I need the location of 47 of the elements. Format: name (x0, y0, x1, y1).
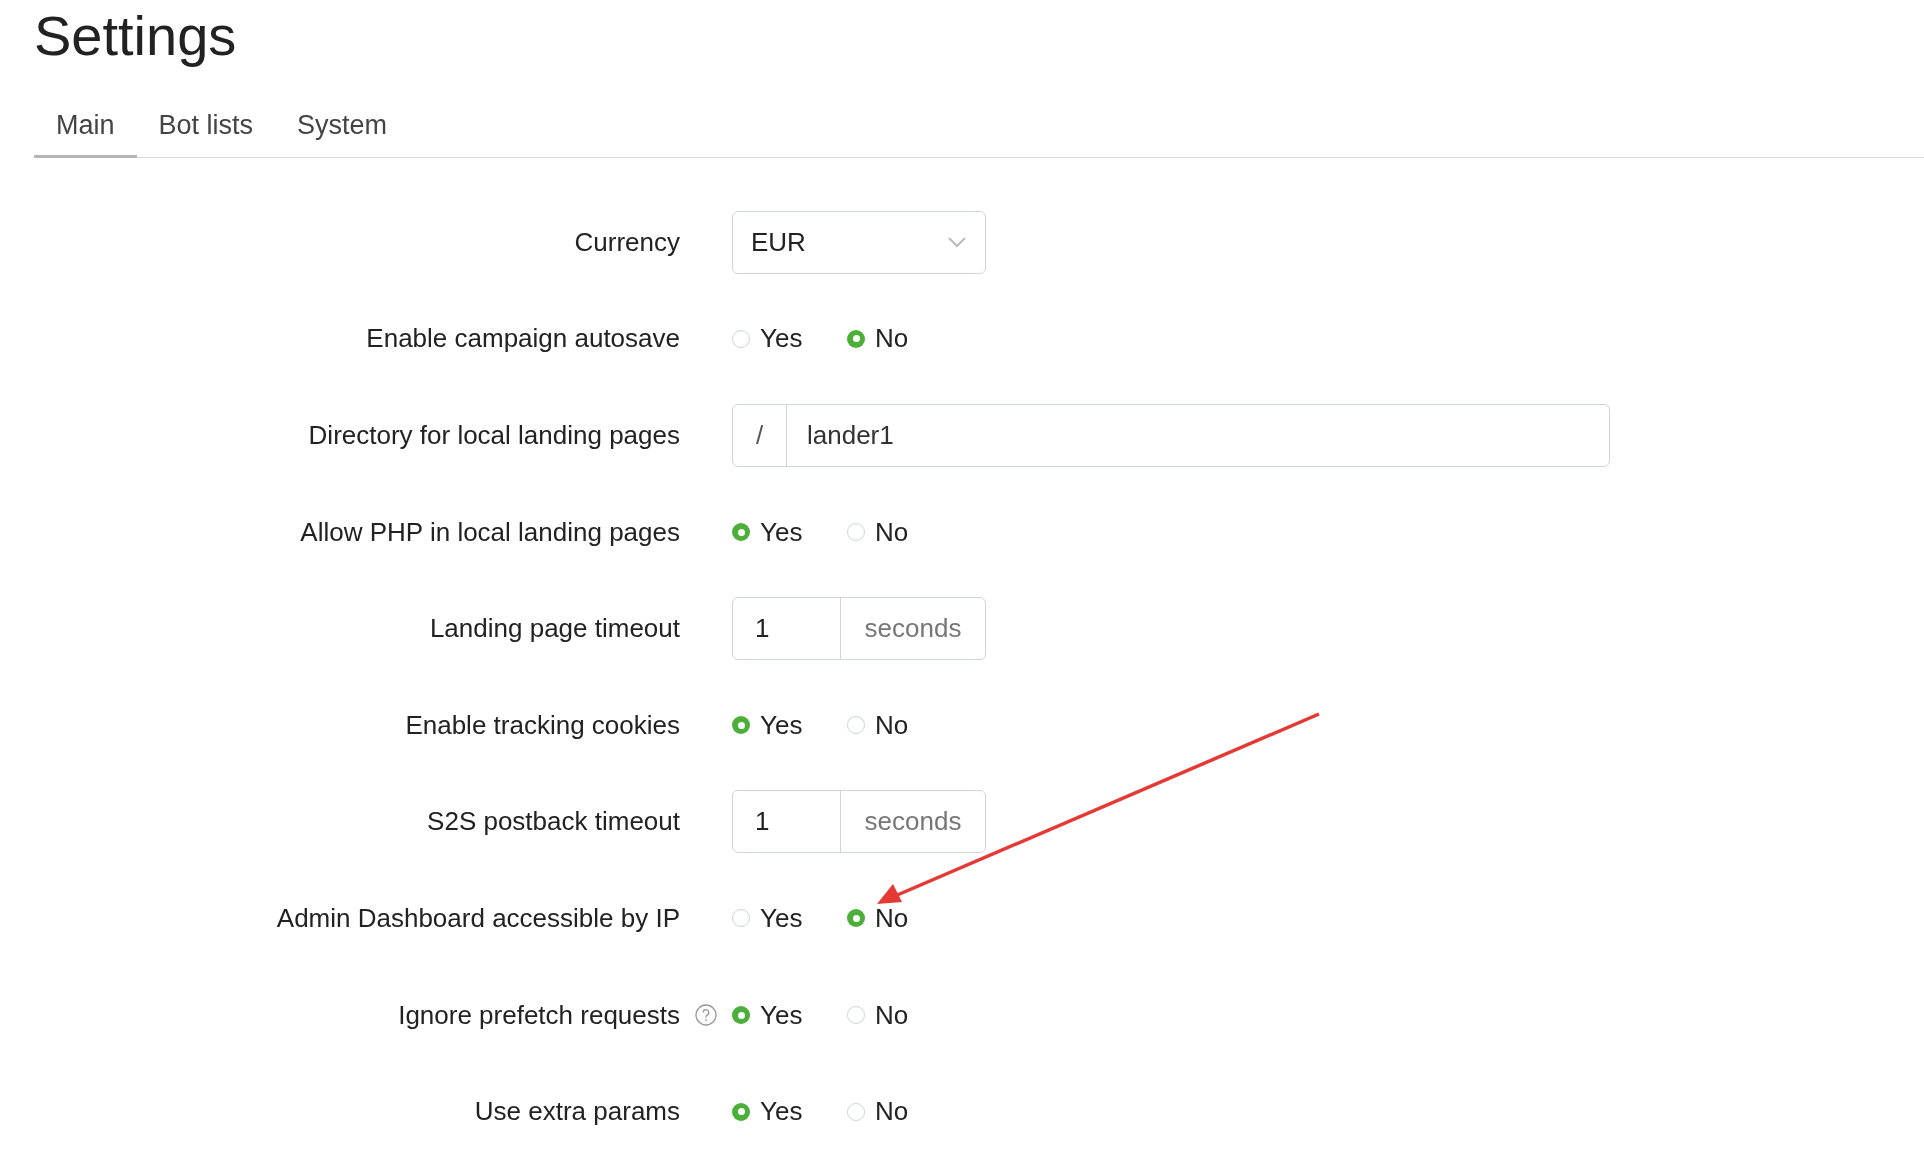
radio-option[interactable]: No (847, 512, 962, 552)
radio-option[interactable]: No (847, 319, 962, 359)
radio-button[interactable] (847, 523, 865, 542)
field-label: Directory for local landing pages (308, 419, 680, 452)
radio-option[interactable]: No (847, 1092, 962, 1132)
radio-button[interactable] (732, 523, 750, 542)
page-title: Settings (33, 3, 238, 68)
directory-input[interactable]: / lander1 (732, 404, 1610, 467)
radio-option[interactable]: No (847, 898, 962, 938)
input-suffix: seconds (863, 612, 963, 646)
currency-select[interactable]: EUR (732, 210, 986, 274)
radio-option[interactable]: Yes (732, 319, 847, 359)
radio-option[interactable]: Yes (732, 898, 847, 938)
radio-button[interactable] (732, 1102, 750, 1121)
radio-option[interactable]: Yes (732, 512, 847, 552)
input-suffix: seconds (863, 805, 963, 839)
tab[interactable]: System (275, 96, 410, 158)
radio-option[interactable]: No (847, 705, 962, 745)
radio-option[interactable]: No (847, 995, 962, 1035)
field-label: Currency (574, 225, 680, 259)
tab[interactable]: Main (34, 96, 137, 158)
input-prefix: / (733, 405, 787, 466)
radio-button[interactable] (847, 909, 865, 928)
timeout-input[interactable]: 1 seconds (732, 597, 986, 661)
radio-button[interactable] (847, 716, 865, 735)
radio-button[interactable] (732, 1006, 750, 1025)
radio-option[interactable]: Yes (732, 705, 847, 745)
field-label: Landing page timeout (429, 612, 680, 646)
field-label: Admin Dashboard accessible by IP (276, 901, 680, 935)
help-icon[interactable] (695, 1004, 717, 1027)
radio-button[interactable] (847, 1006, 865, 1025)
radio-button[interactable] (732, 909, 750, 928)
timeout-input[interactable]: 1 seconds (732, 790, 986, 854)
radio-option[interactable]: Yes (732, 995, 847, 1035)
chevron-down-icon (947, 236, 967, 249)
radio-option[interactable]: Yes (732, 1092, 847, 1132)
field-label: Enable campaign autosave (366, 322, 680, 356)
radio-button[interactable] (847, 1102, 865, 1121)
field-label: Enable tracking cookies (405, 708, 680, 742)
field-label: S2S postback timeout (427, 805, 680, 839)
field-label: Allow PHP in local landing pages (300, 515, 680, 549)
radio-button[interactable] (847, 329, 865, 348)
radio-button[interactable] (732, 716, 750, 735)
tab[interactable]: Bot lists (136, 96, 276, 158)
field-label: Ignore prefetch requests (398, 998, 680, 1032)
field-label: Use extra params (474, 1095, 680, 1129)
radio-button[interactable] (732, 329, 750, 348)
